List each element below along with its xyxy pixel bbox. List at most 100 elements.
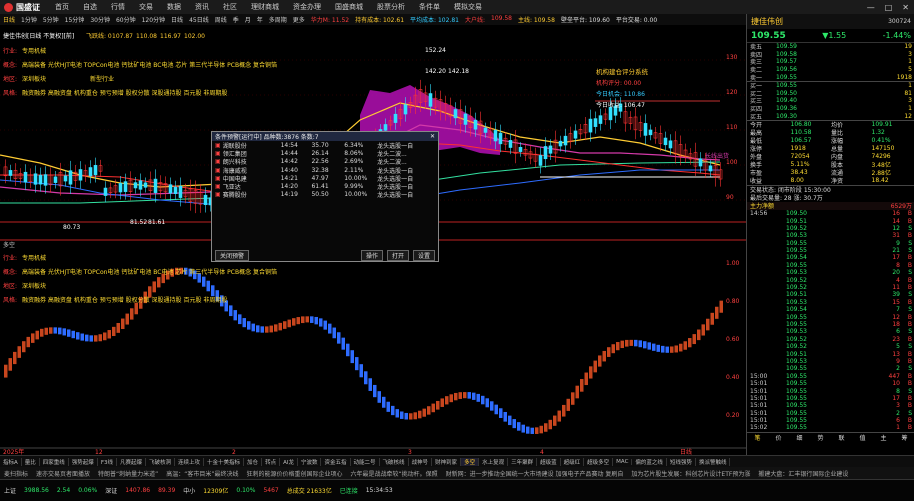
order-volume: 1: [908, 58, 912, 66]
indicator-tab-21[interactable]: 超级蓝: [537, 458, 561, 466]
period-tab-12[interactable]: 年: [254, 15, 266, 24]
indicator-tab-2[interactable]: 四家重线: [40, 458, 69, 466]
period-tab-3[interactable]: 15分钟: [62, 15, 88, 24]
panel-tab-0[interactable]: 笔: [754, 433, 760, 442]
period-tab-10[interactable]: 季: [230, 15, 242, 24]
alert-icon: ▣: [215, 191, 221, 199]
indicator-tab-27[interactable]: 换派警触线: [696, 458, 731, 466]
menu-item-12[interactable]: 模拟交易: [447, 2, 489, 12]
news-item-4[interactable]: 狂刺的能源价价格重创国际企业项心: [242, 469, 346, 478]
maximize-icon[interactable]: □: [880, 3, 898, 12]
indicator-tab-12[interactable]: 宁波数: [298, 458, 322, 466]
indicator-tab-17[interactable]: 财神到家: [432, 458, 462, 466]
indicator-tab-24[interactable]: MAC: [613, 459, 633, 465]
menu-item-1[interactable]: 自选: [76, 2, 104, 12]
indicator-tab-9[interactable]: 加仓: [244, 458, 263, 466]
indicator-tab-23[interactable]: 超级多空: [584, 458, 614, 466]
menu-item-7[interactable]: 理财商城: [244, 2, 286, 12]
menu-item-6[interactable]: 社区: [216, 2, 244, 12]
menu-item-11[interactable]: 条件单: [412, 2, 447, 12]
period-tab-5[interactable]: 60分钟: [113, 15, 139, 24]
period-tab-14[interactable]: 更多: [290, 15, 308, 24]
period-tab-7[interactable]: 日线: [168, 15, 186, 24]
tick-price: 109.52: [786, 335, 807, 343]
indicator-tab-1[interactable]: 量比: [22, 458, 40, 466]
alert-row[interactable]: ▣ 赛腾股份 14:19 50.50 10.00% 龙头选股一自: [212, 191, 438, 199]
panel-tab-5[interactable]: 值: [859, 433, 865, 442]
close-alert-button[interactable]: 关闭预警: [215, 249, 250, 261]
upper_labels-value-1: 高端装备 光伏HJT电池 TOPCon电池 钙钛矿电池 BC电池 芯片 第三代半…: [22, 61, 277, 69]
indicator-tab-16[interactable]: 战神号: [409, 458, 433, 466]
tick-price: 109.55: [786, 372, 807, 380]
menu-item-8[interactable]: 资金办理: [286, 2, 328, 12]
close-icon[interactable]: ✕: [430, 133, 435, 140]
indicator-tab-3[interactable]: 强势起爆: [69, 458, 98, 466]
menu-item-2[interactable]: 行情: [104, 2, 132, 12]
stat-cell: 5.11%: [790, 161, 810, 169]
news-item-2[interactable]: 特朗普“刺纳量力米道”: [94, 469, 162, 478]
period-tab-6[interactable]: 120分钟: [139, 15, 168, 24]
news-item-5[interactable]: 六年最是战战牵较“挑动杆。保照: [346, 469, 441, 478]
news-item-7[interactable]: 加为芯片股生发展：科创芯片设计ETF预为涨: [627, 469, 754, 478]
indicator-tab-11[interactable]: AI龙: [280, 458, 298, 466]
order-row[interactable]: 卖一 109.55 1918: [747, 73, 914, 82]
menu-item-3[interactable]: 交易: [132, 2, 160, 12]
menu-item-5[interactable]: 资讯: [188, 2, 216, 12]
panel-tab-6[interactable]: 主: [880, 433, 886, 442]
tick-row: 109.54 7 S: [747, 306, 914, 313]
menu-item-4[interactable]: 数据: [160, 2, 188, 12]
indicator-tab-7[interactable]: 连续上攻: [175, 458, 205, 466]
open-button[interactable]: 打开: [386, 249, 409, 261]
condition-alert-dialog[interactable]: 条件预警[运行中] 品种数:3876 条数:7 ✕ ▣ 湖联股份 14:54 35.7…: [211, 131, 439, 262]
indicator-tab-0[interactable]: 指标A: [0, 458, 22, 466]
order-row[interactable]: 买五 109.30 12: [747, 112, 914, 121]
settings-button[interactable]: 设置: [412, 249, 435, 261]
news-item-1[interactable]: 速亦交易页者面播放: [32, 469, 94, 478]
menu-item-10[interactable]: 股票分析: [370, 2, 412, 12]
tick-price: 109.52: [786, 284, 807, 292]
period-tab-4[interactable]: 30分钟: [87, 15, 113, 24]
news-item-3[interactable]: 高温：“客市目米”最终决线: [162, 469, 242, 478]
period-tab-0[interactable]: 日线: [0, 15, 18, 24]
indicator-tab-22[interactable]: 超级红: [561, 458, 585, 466]
lower_labels-value-1: 高端装备 光伏HJT电池 TOPCon电池 钙钛矿电池 BC电池 芯片 第三代半…: [22, 268, 277, 276]
indicator-tab-26[interactable]: 短线强势: [667, 458, 696, 466]
indicator-tab-20[interactable]: 三年聚群: [508, 458, 538, 466]
panel-tab-7[interactable]: 筹: [901, 433, 907, 442]
indicator-tab-8[interactable]: 十金十美指标: [204, 458, 245, 466]
tick-volume: 14: [892, 217, 900, 225]
news-item-8[interactable]: 搬建大盘：汇丰银行国际企业建设: [754, 469, 852, 478]
alert-price: 26.14: [311, 149, 329, 157]
indicator-tab-13[interactable]: 资金五指: [321, 458, 351, 466]
news-item-0[interactable]: 麦扫指标: [0, 469, 32, 478]
menu-item-0[interactable]: 首页: [48, 2, 76, 12]
indicator-tab-10[interactable]: 转点: [262, 458, 281, 466]
panel-tab-2[interactable]: 细: [796, 433, 802, 442]
indicator-tab-18[interactable]: 多空: [461, 458, 480, 466]
period-tab-1[interactable]: 1分钟: [18, 15, 40, 24]
period-tab-9[interactable]: 周线: [212, 15, 230, 24]
period-tab-11[interactable]: 月: [242, 15, 254, 24]
indicator-tab-6[interactable]: 飞破核洞: [146, 458, 176, 466]
close-icon[interactable]: ✕: [897, 3, 914, 12]
operate-button[interactable]: 操作: [360, 249, 383, 261]
panel-tab-1[interactable]: 价: [775, 433, 781, 442]
indicator-tab-4[interactable]: F3线: [98, 458, 117, 466]
panel-tab-3[interactable]: 势: [817, 433, 823, 442]
order-volume: 3: [908, 97, 912, 105]
lower_labels-value-2: 深圳板块: [22, 282, 46, 290]
indicator-tab-19[interactable]: 水上复观: [479, 458, 509, 466]
indicator-tab-25[interactable]: 偏的蓝之线: [632, 458, 667, 466]
menu-item-9[interactable]: 国盛商城: [328, 2, 370, 12]
period-tab-8[interactable]: 45日线: [186, 15, 212, 24]
indicator-tab-14[interactable]: 动能二号: [351, 458, 380, 466]
indicator-tab-15[interactable]: 飞破核线: [380, 458, 409, 466]
status-item-6: 89.39: [158, 487, 176, 494]
period-tab-13[interactable]: 多周期: [266, 15, 290, 24]
minimize-icon[interactable]: —: [862, 3, 880, 12]
period-tab-2[interactable]: 5分钟: [40, 15, 62, 24]
indicator-tab-5[interactable]: 凡赛起爆: [117, 458, 146, 466]
news-item-6[interactable]: 财新网：进一步推动全国统一大市场建设 加强电子产品赛动 复刷自: [442, 469, 628, 478]
panel-tab-4[interactable]: 联: [838, 433, 844, 442]
stat-cell: 1918: [790, 145, 806, 153]
